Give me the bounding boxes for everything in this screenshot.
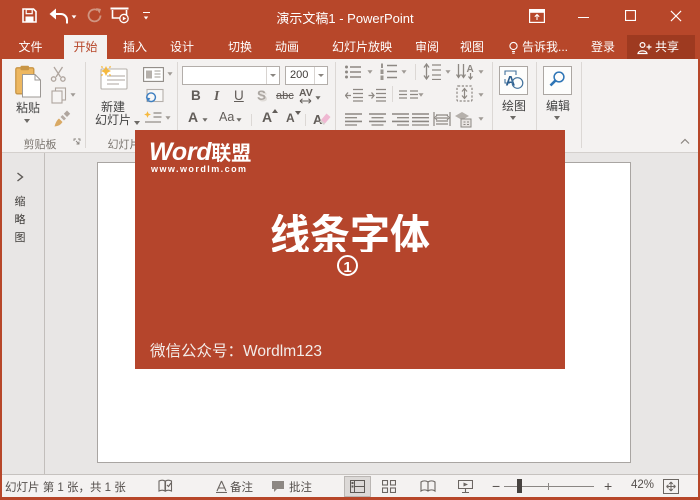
svg-text:A: A	[313, 112, 323, 126]
